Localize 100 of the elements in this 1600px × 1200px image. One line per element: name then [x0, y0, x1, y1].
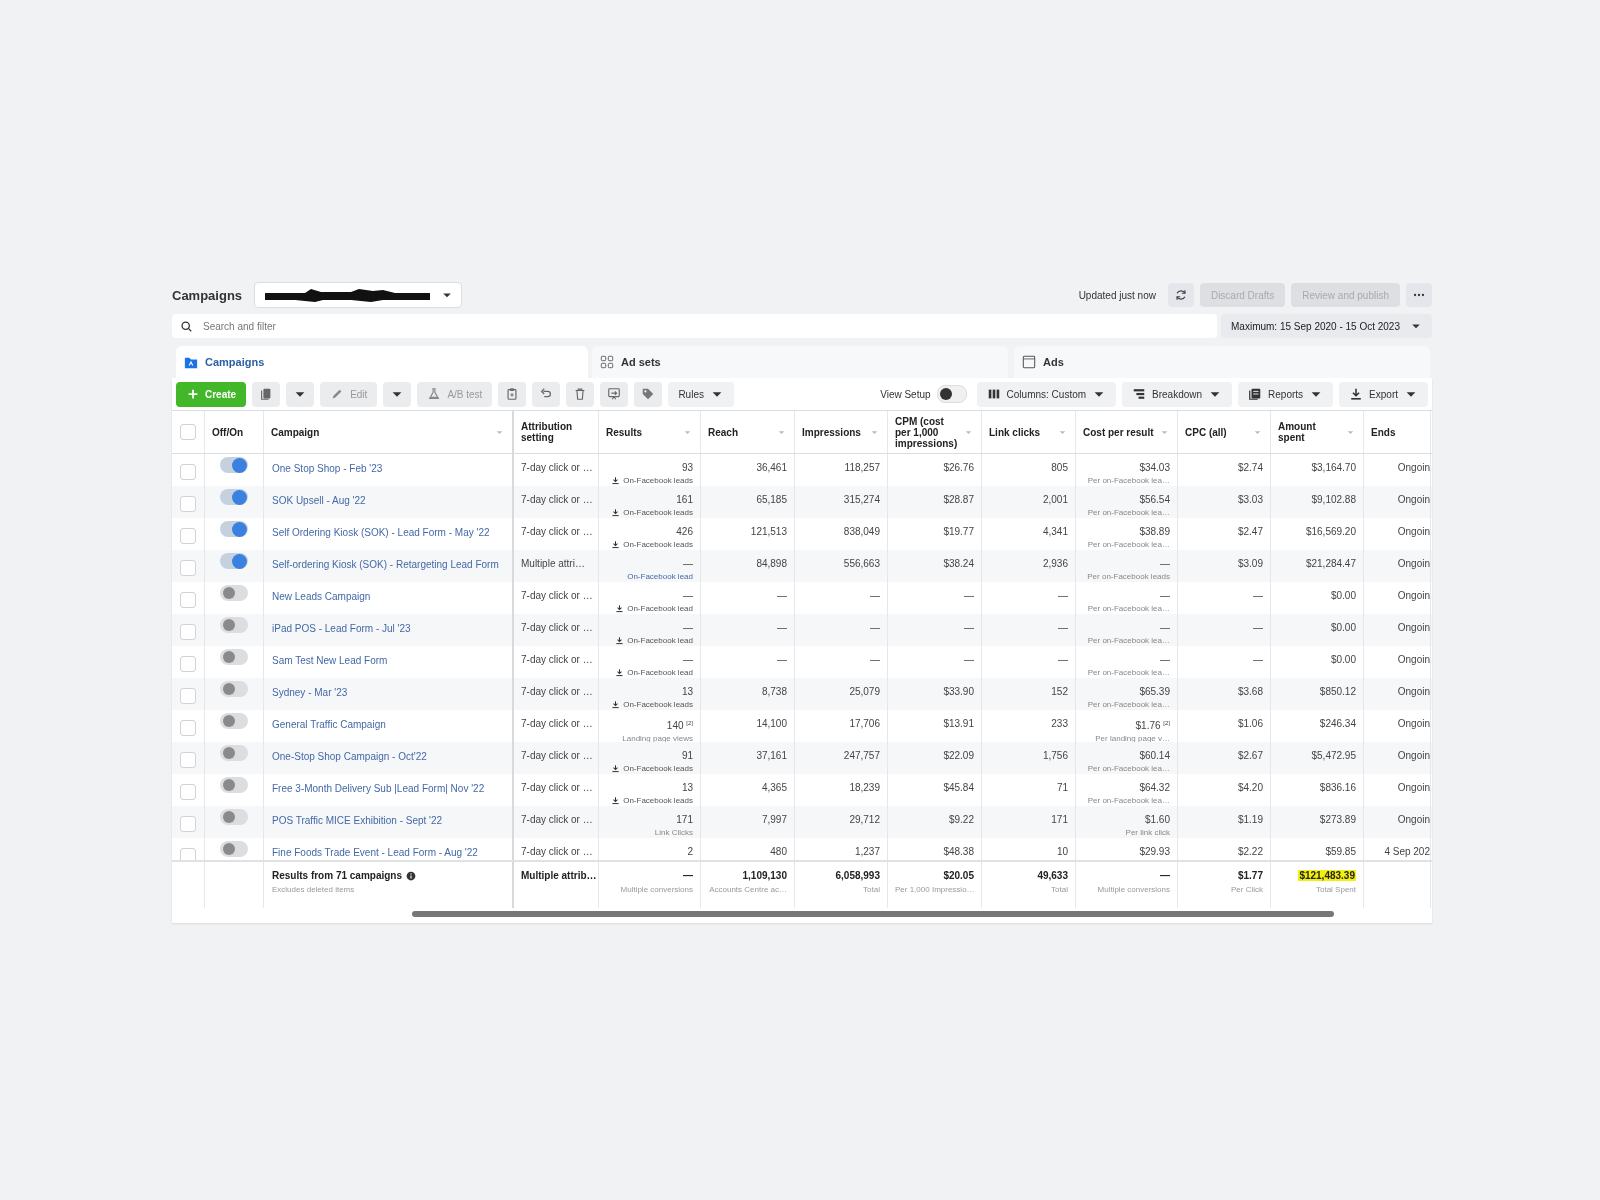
toolbar-icon-button[interactable]	[634, 381, 663, 407]
row-checkbox[interactable]	[180, 464, 196, 480]
table-cell: $2.22	[1178, 838, 1271, 860]
toggle-switch[interactable]	[220, 713, 248, 729]
toggle-switch[interactable]	[220, 841, 248, 857]
column-header[interactable]: Attribution setting	[521, 421, 591, 443]
table-cell: Multiple attrib…	[514, 862, 599, 908]
cell-value: $1.60	[1143, 814, 1170, 825]
row-checkbox[interactable]	[180, 624, 196, 640]
column-header[interactable]: Ends	[1371, 426, 1396, 438]
date-range-button[interactable]: Maximum: 15 Sep 2020 - 15 Oct 2023	[1221, 314, 1432, 338]
page-title: Campaigns	[172, 287, 243, 303]
menu-button[interactable]: Columns: Custom	[976, 381, 1117, 407]
row-checkbox[interactable]	[180, 720, 196, 736]
menu-button[interactable]: Export	[1339, 381, 1428, 407]
total-note: Total	[1050, 885, 1068, 894]
tab[interactable]: Ads	[1014, 346, 1430, 378]
cell-value: 161	[675, 494, 693, 505]
row-checkbox[interactable]	[180, 784, 196, 800]
campaign-link[interactable]: Fine Foods Trade Event - Lead Form - Aug '22	[272, 847, 478, 858]
dropdown-button[interactable]	[383, 381, 412, 407]
cell-value: 13	[680, 782, 693, 793]
toggle-switch[interactable]	[220, 585, 248, 601]
toolbar-icon-button[interactable]	[566, 381, 595, 407]
column-header[interactable]: Campaign	[271, 426, 320, 438]
column-header[interactable]: Link clicks	[989, 426, 1041, 438]
column-header[interactable]: CPM (cost per 1,000 impressions)	[895, 415, 961, 449]
column-header[interactable]: Off/On	[212, 426, 244, 438]
cell-note: Per on-Facebook lea…	[1086, 796, 1170, 805]
cell-value: $1.76 $^{[2]}$	[1134, 719, 1170, 732]
rules-menu-button[interactable]: Rules	[668, 381, 734, 407]
info-icon	[406, 870, 417, 881]
row-checkbox[interactable]	[180, 752, 196, 768]
row-checkbox[interactable]	[180, 592, 196, 608]
breakdown-icon	[1132, 387, 1147, 401]
column-header[interactable]: CPC (all)	[1185, 426, 1227, 438]
table-cell: 7-day click or …	[514, 742, 599, 774]
campaign-link[interactable]: Free 3-Month Delivery Sub |Lead Form| Nov '22	[272, 783, 485, 794]
campaign-link[interactable]: POS Traffic MICE Exhibition - Sept '22	[272, 815, 443, 826]
toggle-switch[interactable]	[220, 617, 248, 633]
cell-value: 13	[680, 686, 693, 697]
select-all-checkbox[interactable]	[180, 424, 196, 440]
tab[interactable]: Ad sets	[592, 346, 1008, 378]
cell-note[interactable]: On-Facebook lead	[606, 572, 693, 581]
table-cell: —	[1178, 614, 1271, 646]
toolbar-icon-button[interactable]	[252, 381, 281, 407]
campaign-link[interactable]: Self Ordering Kiosk (SOK) - Lead Form - May '22	[272, 527, 490, 538]
menu-button[interactable]: Breakdown	[1122, 381, 1233, 407]
campaign-link[interactable]: Sam Test New Lead Form	[272, 655, 388, 666]
campaign-link[interactable]: SOK Upsell - Aug '22	[272, 495, 366, 506]
toggle-switch[interactable]	[220, 489, 248, 505]
row-checkbox[interactable]	[180, 816, 196, 832]
toggle-switch[interactable]	[220, 649, 248, 665]
campaign-link[interactable]: One-Stop Shop Campaign - Oct'22	[272, 751, 427, 762]
row-checkbox[interactable]	[180, 656, 196, 672]
cell-value: 2	[686, 846, 693, 857]
toggle-switch[interactable]	[220, 457, 248, 473]
table-cell: 556,663	[795, 550, 888, 582]
column-header[interactable]: Amount spent	[1278, 421, 1343, 443]
campaign-link[interactable]: One Stop Shop - Feb '23	[272, 463, 383, 474]
toggle-switch[interactable]	[220, 681, 248, 697]
campaign-link[interactable]: Sydney - Mar '23	[272, 687, 348, 698]
toggle-switch[interactable]	[220, 777, 248, 793]
tab[interactable]: Campaigns	[176, 346, 588, 378]
summary-note: Excludes deleted items	[272, 885, 356, 894]
table-cell: —	[982, 614, 1076, 646]
toggle-switch[interactable]	[220, 521, 248, 537]
total-value: $20.05	[942, 870, 974, 881]
row-checkbox[interactable]	[180, 688, 196, 704]
campaign-link[interactable]: iPad POS - Lead Form - Jul '23	[272, 623, 411, 634]
total-value: 49,633	[1036, 870, 1068, 881]
total-note: Per Click	[1230, 885, 1263, 894]
menu-button[interactable]: Reports	[1238, 381, 1334, 407]
toggle-switch[interactable]	[220, 553, 248, 569]
toolbar-icon-button[interactable]	[600, 381, 629, 407]
row-checkbox[interactable]	[180, 560, 196, 576]
campaign-link[interactable]: New Leads Campaign	[272, 591, 371, 602]
toggle-switch[interactable]	[220, 745, 248, 761]
cell-note: Per on-Facebook lea…	[1086, 700, 1170, 709]
refresh-button[interactable]	[1167, 283, 1194, 307]
table-cell: Ongoin	[1364, 550, 1431, 582]
campaign-link[interactable]: General Traffic Campaign	[272, 719, 386, 730]
scrollbar[interactable]	[412, 911, 1334, 917]
total-note: Accounts Centre ac…	[708, 885, 787, 894]
view-setup-toggle[interactable]	[936, 385, 967, 403]
row-checkbox[interactable]	[180, 496, 196, 512]
toolbar-icon-button[interactable]	[532, 381, 561, 407]
account-dropdown[interactable]	[254, 282, 463, 308]
table-cell: 1,756	[982, 742, 1076, 774]
column-header[interactable]: Reach	[708, 426, 738, 438]
dropdown-button[interactable]	[286, 381, 315, 407]
column-header[interactable]: Impressions	[802, 426, 861, 438]
toolbar-icon-button[interactable]	[498, 381, 527, 407]
campaign-link[interactable]: Self-ordering Kiosk (SOK) - Retargeting Lead Form	[272, 559, 499, 570]
column-header[interactable]: Cost per result	[1083, 426, 1154, 438]
row-checkbox[interactable]	[180, 528, 196, 544]
row-checkbox[interactable]	[180, 848, 196, 860]
toggle-switch[interactable]	[220, 809, 248, 825]
refresh-icon	[1173, 288, 1188, 302]
column-header[interactable]: Results	[606, 426, 643, 438]
